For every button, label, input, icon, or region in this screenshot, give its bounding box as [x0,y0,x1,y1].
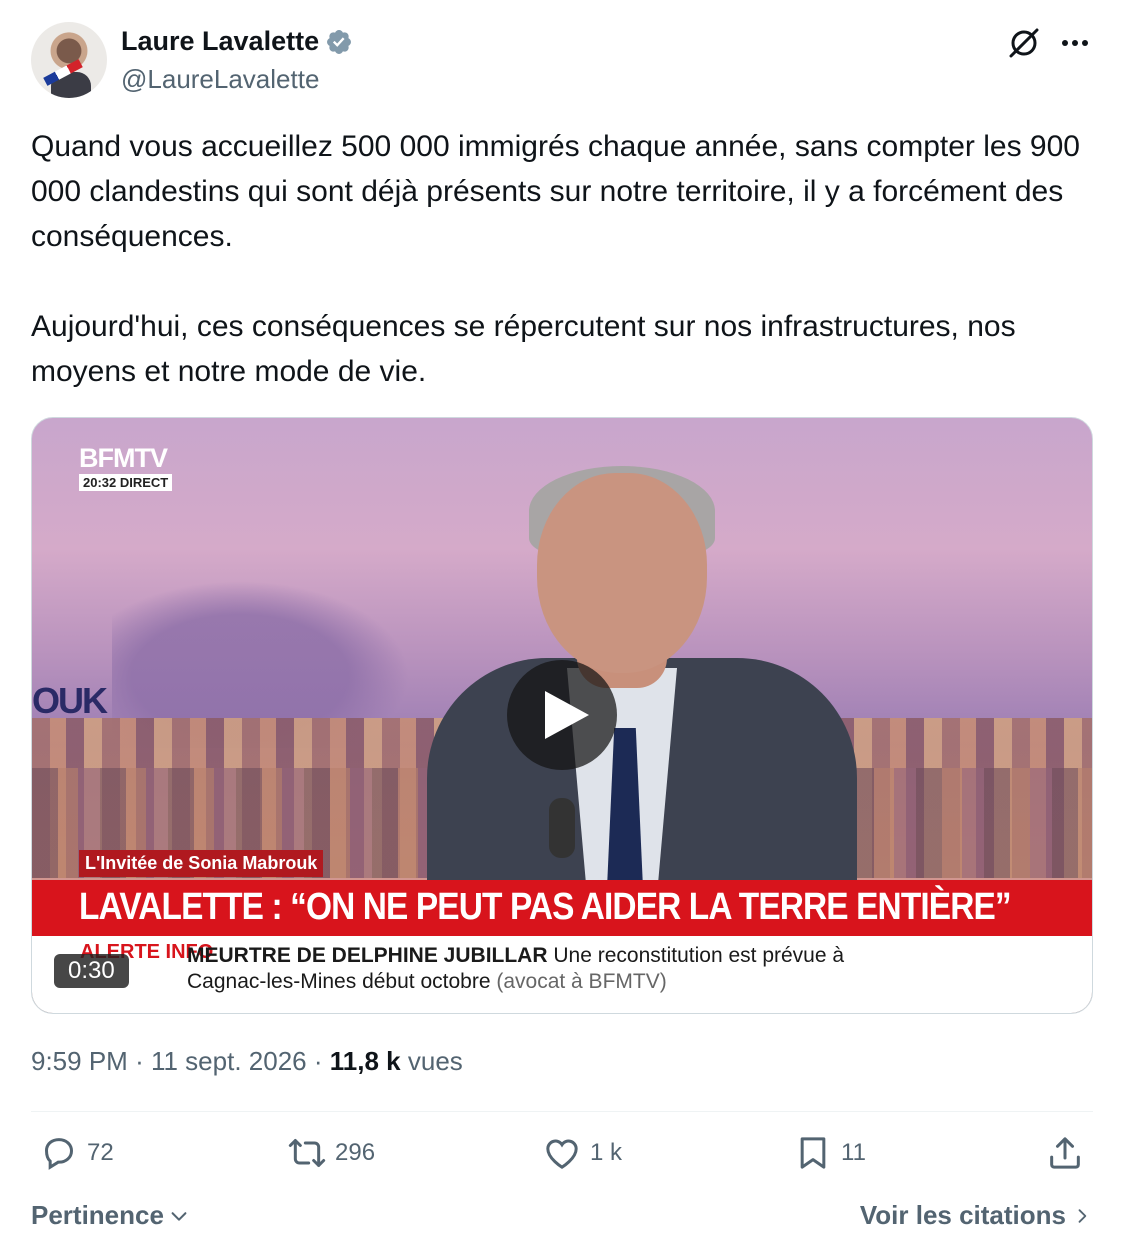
quotes-label: Voir les citations [859,1200,1066,1230]
bookmark-count: 11 [841,1139,866,1166]
tweet-header: Laure Lavalette @LaureLavalette [31,22,1093,98]
meta-separator: · [313,1046,323,1076]
like-count: 1 k [590,1139,623,1166]
video-headline: LAVALETTE : “ON NE PEUT PAS AIDER LA TER… [79,886,1012,928]
like-icon [546,1139,578,1169]
quotes-link[interactable]: Voir les citations [860,1200,1092,1231]
tweet-meta: 9:59 PM · 11 sept. 2026 · 11,8 k vues [31,1046,463,1077]
video-duration: 0:30 [54,954,129,988]
views-label: vues [407,1046,463,1076]
ticker-source: (avocat à BFMTV) [496,970,667,993]
side-fragment: OUK [32,680,108,721]
verified-icon [327,29,352,54]
tweet-time[interactable]: 9:59 PM [31,1046,128,1076]
tweet-text: Quand vous accueillez 500 000 immigrés c… [31,124,1093,394]
bookmark-button[interactable]: 11 [793,1133,866,1173]
chevron-right-icon [1078,1208,1087,1223]
repost-button[interactable]: 296 [287,1133,375,1173]
author-handle[interactable]: @LaureLavalette [121,64,319,95]
share-icon [1050,1137,1080,1169]
play-icon [545,691,589,739]
repost-count: 296 [335,1139,376,1166]
video-person [427,466,857,928]
bookmark-icon [800,1137,826,1169]
channel-name: BFMTV [79,443,168,473]
play-button[interactable] [507,660,617,770]
news-ticker: ALERTE INFO MEURTRE DE DELPHINE JUBILLAR… [32,936,1092,1013]
reply-icon [44,1138,74,1170]
reply-button[interactable]: 72 [39,1133,114,1173]
author-name-row: Laure Lavalette [121,26,353,57]
author-name[interactable]: Laure Lavalette [121,26,319,57]
repost-icon [288,1139,326,1167]
tweet-date[interactable]: 11 sept. 2026 [151,1046,307,1076]
ticker-line2-text: Cagnac-les-Mines début octobre [187,970,491,993]
invitee-label: L'Invitée de Sonia Mabrouk [79,850,324,877]
ticker-line-1: MEURTRE DE DELPHINE JUBILLAR Une reconst… [187,944,844,968]
ticker-bold: MEURTRE DE DELPHINE JUBILLAR [187,944,548,967]
channel-logo: BFMTV 20:32 DIRECT [79,443,173,492]
video-player[interactable]: OUK BFMTV 20:32 DIRECT L'Invitée de Soni… [31,417,1093,1014]
sort-dropdown[interactable]: Pertinence [31,1200,190,1231]
divider [31,1111,1093,1112]
grok-icon[interactable] [1007,26,1041,60]
like-button[interactable]: 1 k [542,1133,622,1173]
chevron-down-icon [171,1211,187,1221]
tweet-paragraph: Aujourd'hui, ces conséquences se répercu… [31,310,1016,388]
channel-time-badge: 20:32 DIRECT [79,474,173,491]
more-icon[interactable] [1059,30,1091,56]
views-count: 11,8 k [329,1046,401,1076]
ticker-rest: Une reconstitution est prévue à [553,944,845,967]
meta-separator: · [135,1046,144,1076]
sort-label: Pertinence [31,1200,164,1230]
ticker-line-2: Cagnac-les-Mines début octobre (avocat à… [187,970,667,994]
share-button[interactable] [1045,1133,1085,1173]
reply-count: 72 [87,1139,114,1166]
avatar[interactable] [31,22,107,98]
action-bar: 72 296 1 k 11 [31,1133,1093,1183]
tweet-paragraph: Quand vous accueillez 500 000 immigrés c… [31,130,1080,253]
headline-band: LAVALETTE : “ON NE PEUT PAS AIDER LA TER… [32,880,1092,936]
